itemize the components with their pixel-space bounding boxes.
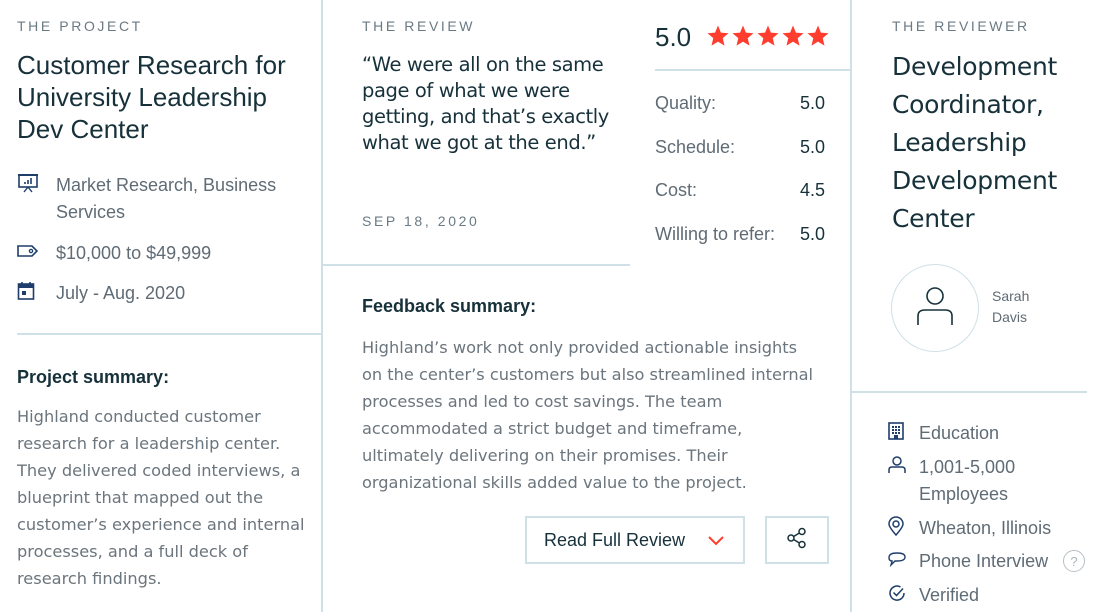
divider-review-feedback — [322, 264, 630, 266]
review-quote: “We were all on the same page of what we… — [362, 53, 609, 154]
reviewer-industry: Education — [888, 420, 999, 447]
project-budget: $10,000 to $49,999 — [17, 240, 306, 267]
star-icon — [782, 25, 804, 46]
star-icon — [807, 25, 829, 46]
project-dates-text: July - Aug. 2020 — [56, 283, 186, 303]
reviewer-interview-type-text: Phone Interview — [919, 551, 1049, 571]
rating-label: Willing to refer: — [655, 224, 776, 244]
rating-willing-to-refer: Willing to refer: 5.0 — [655, 224, 825, 245]
rating-value: 5.0 — [799, 137, 825, 157]
reviewer-interview-type: Phone Interview — [888, 548, 1048, 575]
presentation-chart-icon — [17, 172, 45, 194]
reviewer-company-size-text: 1,001-5,000 Employees — [919, 457, 1016, 504]
review-date: SEP 18, 2020 — [362, 213, 480, 229]
rating-value: 5.0 — [799, 93, 825, 113]
project-budget-text: $10,000 to $49,999 — [56, 243, 212, 263]
user-icon — [888, 454, 908, 476]
rating-quality: Quality: 5.0 — [655, 93, 825, 114]
project-eyebrow: THE PROJECT — [17, 18, 143, 34]
read-full-review-label: Read Full Review — [544, 529, 686, 550]
feedback-summary-text: Highland’s work not only provided action… — [362, 338, 814, 492]
share-icon — [786, 527, 808, 554]
help-icon[interactable]: ? — [1063, 550, 1085, 572]
divider-reviewer-info — [851, 391, 1087, 393]
divider-review-reviewer — [850, 0, 852, 612]
rating-value: 4.5 — [799, 180, 825, 200]
reviewer-company-size: 1,001-5,000 Employees — [888, 454, 1039, 508]
overall-rating: 5.0 — [655, 22, 692, 52]
project-dates: July - Aug. 2020 — [17, 280, 306, 307]
rating-label: Schedule: — [655, 137, 736, 157]
avatar — [891, 264, 979, 352]
reviewer-verified: Verified — [888, 582, 979, 609]
reviewer-verified-text: Verified — [919, 585, 980, 605]
rating-schedule: Schedule: 5.0 — [655, 137, 825, 158]
reviewer-eyebrow: THE REVIEWER — [892, 18, 1030, 34]
star-icon — [732, 25, 754, 46]
project-service: Market Research, Business Services — [17, 172, 306, 226]
chat-bubble-icon — [888, 548, 908, 570]
project-summary-text: Highland conducted customer research for… — [17, 407, 305, 588]
reviewer-location: Wheaton, Illinois — [888, 515, 1051, 542]
reviewer-name: Sarah Davis — [992, 288, 1030, 325]
check-circle-icon — [888, 582, 908, 604]
rating-value: 5.0 — [799, 224, 825, 244]
location-pin-icon — [888, 515, 908, 537]
read-full-review-button[interactable]: Read Full Review — [525, 516, 745, 564]
divider-project-summary — [17, 333, 322, 335]
rating-label: Quality: — [655, 93, 717, 113]
chevron-down-icon — [707, 531, 725, 554]
project-title: Customer Research for University Leaders… — [17, 50, 286, 144]
project-summary-heading: Project summary: — [17, 367, 170, 387]
divider-project-review — [321, 0, 323, 612]
building-icon — [888, 420, 908, 442]
price-tag-icon — [17, 240, 45, 262]
reviewer-industry-text: Education — [919, 423, 1000, 443]
rating-cost: Cost: 4.5 — [655, 180, 825, 201]
star-rating — [706, 24, 830, 48]
share-button[interactable] — [765, 516, 829, 564]
calendar-icon — [17, 280, 45, 302]
star-icon — [707, 25, 729, 46]
divider-rating — [655, 69, 850, 71]
star-icon — [757, 25, 779, 46]
review-eyebrow: THE REVIEW — [362, 18, 476, 34]
feedback-summary-heading: Feedback summary: — [362, 296, 537, 316]
user-avatar-icon — [915, 285, 955, 332]
rating-label: Cost: — [655, 180, 698, 200]
reviewer-title: Development Coordinator, Leadership Deve… — [892, 52, 1057, 233]
reviewer-location-text: Wheaton, Illinois — [919, 518, 1052, 538]
project-service-text: Market Research, Business Services — [56, 175, 277, 222]
